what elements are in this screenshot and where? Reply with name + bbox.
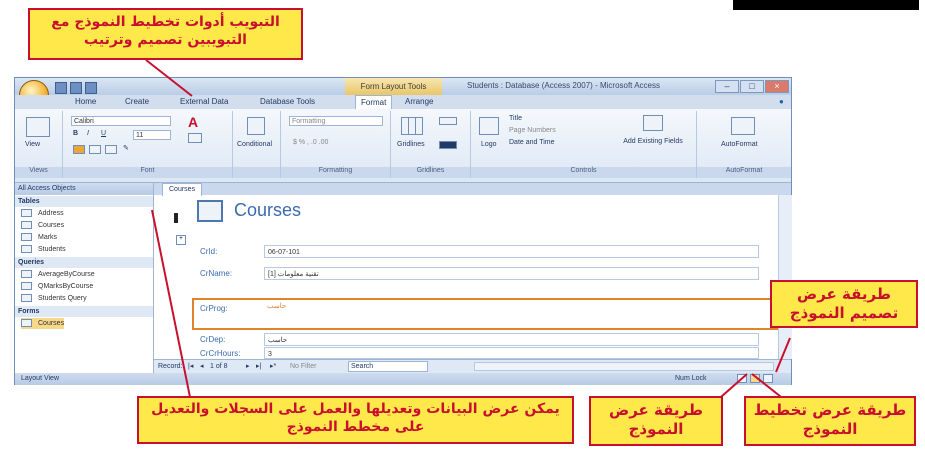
callout-data-editing: يمكن عرض البيانات وتعديلها والعمل على ال… xyxy=(137,396,574,444)
callout-layout-view: طريقة عرض تخطيط النموذج xyxy=(744,396,916,446)
callout-design-view: طريقة عرض تصميم النموذج xyxy=(770,280,918,328)
callout-form-view: طريقة عرض النموذج xyxy=(589,396,723,446)
callout-arrows xyxy=(145,59,791,405)
